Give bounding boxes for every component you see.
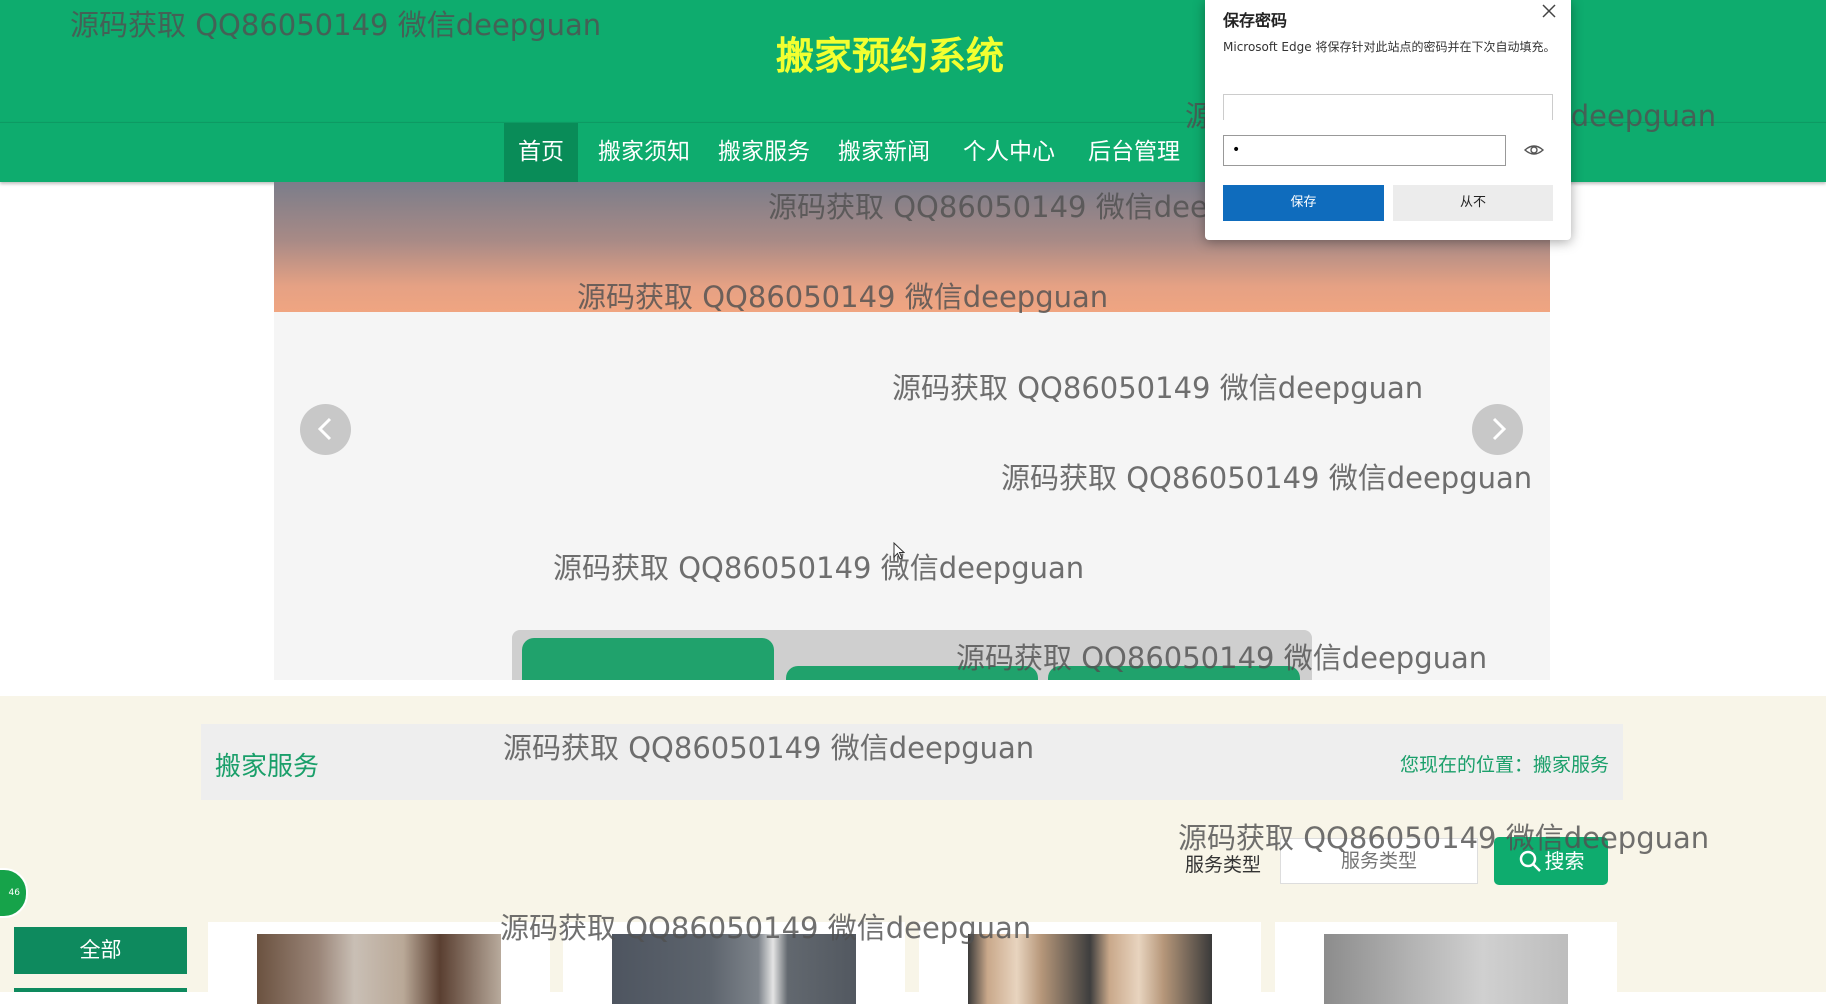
carousel-next-button[interactable] — [1472, 404, 1523, 455]
search-button-label: 搜索 — [1544, 849, 1585, 873]
service-card-image — [1324, 934, 1568, 1004]
save-password-dialog: 保存密码 Microsoft Edge 将保存针对此站点的密码并在下次自动填充。… — [1205, 0, 1571, 240]
close-icon — [1542, 4, 1556, 18]
service-card[interactable] — [1275, 922, 1617, 1004]
breadcrumb: 您现在的位置：搬家服务 — [1400, 750, 1609, 777]
dialog-save-button[interactable]: 保存 — [1223, 185, 1384, 221]
nav-item-home[interactable]: 首页 — [504, 123, 578, 182]
category-next-button[interactable] — [14, 988, 187, 992]
dialog-close-button[interactable] — [1541, 0, 1557, 24]
nav-item-news[interactable]: 搬家新闻 — [832, 123, 936, 182]
chevron-left-icon — [317, 417, 331, 441]
service-card-image — [257, 934, 501, 1004]
dialog-title: 保存密码 — [1223, 11, 1288, 30]
mouse-cursor-icon — [893, 542, 905, 560]
nav-item-services[interactable]: 搬家服务 — [712, 123, 816, 182]
service-card[interactable] — [919, 922, 1261, 1004]
carousel-indicator-strip — [512, 630, 1312, 680]
banner-carousel — [274, 182, 1550, 680]
search-button[interactable]: 搜索 — [1494, 837, 1608, 885]
show-password-button[interactable] — [1523, 140, 1545, 160]
section-header: 搬家服务 您现在的位置：搬家服务 — [201, 724, 1623, 800]
dialog-never-button[interactable]: 从不 — [1393, 185, 1553, 221]
section-title: 搬家服务 — [215, 752, 320, 782]
service-card[interactable] — [208, 922, 550, 1004]
dialog-password-field[interactable]: • — [1223, 135, 1506, 166]
service-type-label: 服务类型 — [1185, 854, 1262, 876]
service-card[interactable] — [563, 922, 905, 1004]
category-all-button[interactable]: 全部 — [14, 927, 187, 974]
search-icon — [1519, 850, 1541, 872]
breadcrumb-current[interactable]: 搬家服务 — [1533, 754, 1609, 776]
nav-item-admin[interactable]: 后台管理 — [1082, 123, 1186, 182]
eye-icon — [1523, 145, 1545, 155]
nav-item-notice[interactable]: 搬家须知 — [592, 123, 696, 182]
chevron-right-icon — [1492, 417, 1506, 441]
dialog-description: Microsoft Edge 将保存针对此站点的密码并在下次自动填充。 — [1223, 40, 1556, 54]
dialog-username-field[interactable] — [1223, 94, 1553, 120]
carousel-indicator[interactable] — [1048, 666, 1300, 680]
carousel-indicator-active[interactable] — [522, 638, 774, 680]
carousel-indicator[interactable] — [786, 666, 1038, 680]
service-type-input[interactable] — [1280, 838, 1478, 884]
service-card-image — [968, 934, 1212, 1004]
service-card-image — [612, 934, 856, 1004]
breadcrumb-prefix: 您现在的位置： — [1399, 754, 1533, 776]
carousel-prev-button[interactable] — [300, 404, 351, 455]
nav-item-profile[interactable]: 个人中心 — [957, 123, 1061, 182]
